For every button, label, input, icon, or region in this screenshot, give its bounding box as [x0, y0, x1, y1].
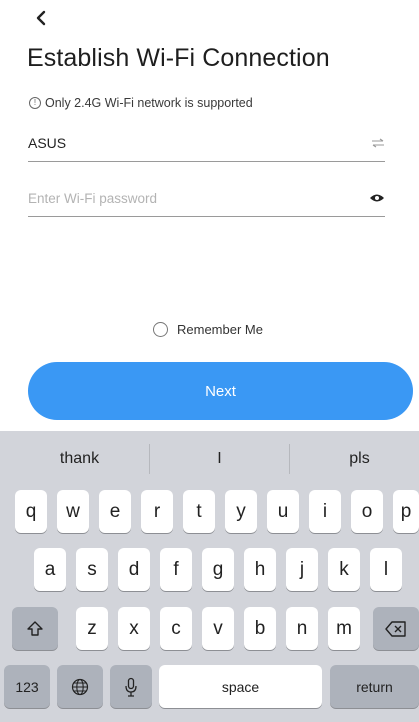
notice-text: Only 2.4G Wi-Fi network is supported [45, 96, 253, 110]
microphone-icon [125, 677, 137, 697]
key-d[interactable]: d [118, 548, 150, 591]
key-v[interactable]: v [202, 607, 234, 650]
return-key[interactable]: return [330, 665, 419, 708]
next-button[interactable]: Next [28, 362, 413, 420]
key-j[interactable]: j [286, 548, 318, 591]
key-b[interactable]: b [244, 607, 276, 650]
chevron-left-icon [36, 10, 46, 26]
remember-me-toggle[interactable]: Remember Me [153, 322, 263, 337]
suggestion-item[interactable]: pls [290, 431, 419, 487]
mic-key[interactable] [110, 665, 152, 708]
key-u[interactable]: u [267, 490, 299, 533]
key-w[interactable]: w [57, 490, 89, 533]
password-input[interactable] [28, 190, 365, 206]
globe-key[interactable] [57, 665, 103, 708]
ssid-value: ASUS [28, 135, 67, 151]
key-o[interactable]: o [351, 490, 383, 533]
shift-key[interactable] [12, 607, 58, 650]
suggestion-item[interactable]: thank [10, 431, 149, 487]
key-h[interactable]: h [244, 548, 276, 591]
delete-key[interactable] [373, 607, 419, 650]
ssid-field[interactable]: ASUS [28, 125, 385, 162]
space-key[interactable]: space [159, 665, 322, 708]
suggestion-bar: thank I pls [0, 431, 419, 487]
suggestion-item[interactable]: I [150, 431, 289, 487]
eye-icon[interactable] [365, 193, 385, 203]
key-s[interactable]: s [76, 548, 108, 591]
remember-me-label: Remember Me [177, 322, 263, 337]
keyboard: thank I pls q w e r t y u i o p a s d f … [0, 431, 419, 722]
key-i[interactable]: i [309, 490, 341, 533]
numbers-key[interactable]: 123 [4, 665, 50, 708]
backspace-icon [385, 620, 406, 637]
key-t[interactable]: t [183, 490, 215, 533]
password-field[interactable] [28, 180, 385, 217]
key-l[interactable]: l [370, 548, 402, 591]
key-f[interactable]: f [160, 548, 192, 591]
key-x[interactable]: x [118, 607, 150, 650]
key-n[interactable]: n [286, 607, 318, 650]
key-a[interactable]: a [34, 548, 66, 591]
key-r[interactable]: r [141, 490, 173, 533]
shift-icon [27, 620, 43, 636]
page-title: Establish Wi-Fi Connection [27, 44, 330, 72]
key-e[interactable]: e [99, 490, 131, 533]
key-c[interactable]: c [160, 607, 192, 650]
info-icon: ! [29, 97, 41, 109]
back-button[interactable] [30, 6, 52, 30]
next-button-label: Next [205, 382, 236, 400]
remember-me-radio[interactable] [153, 322, 168, 337]
globe-icon [71, 678, 89, 695]
key-y[interactable]: y [225, 490, 257, 533]
notice: ! Only 2.4G Wi-Fi network is supported [29, 96, 253, 110]
key-p[interactable]: p [393, 490, 419, 533]
key-z[interactable]: z [76, 607, 108, 650]
key-k[interactable]: k [328, 548, 360, 591]
key-m[interactable]: m [328, 607, 360, 650]
key-q[interactable]: q [15, 490, 47, 533]
key-g[interactable]: g [202, 548, 234, 591]
swap-icon[interactable] [365, 138, 385, 148]
